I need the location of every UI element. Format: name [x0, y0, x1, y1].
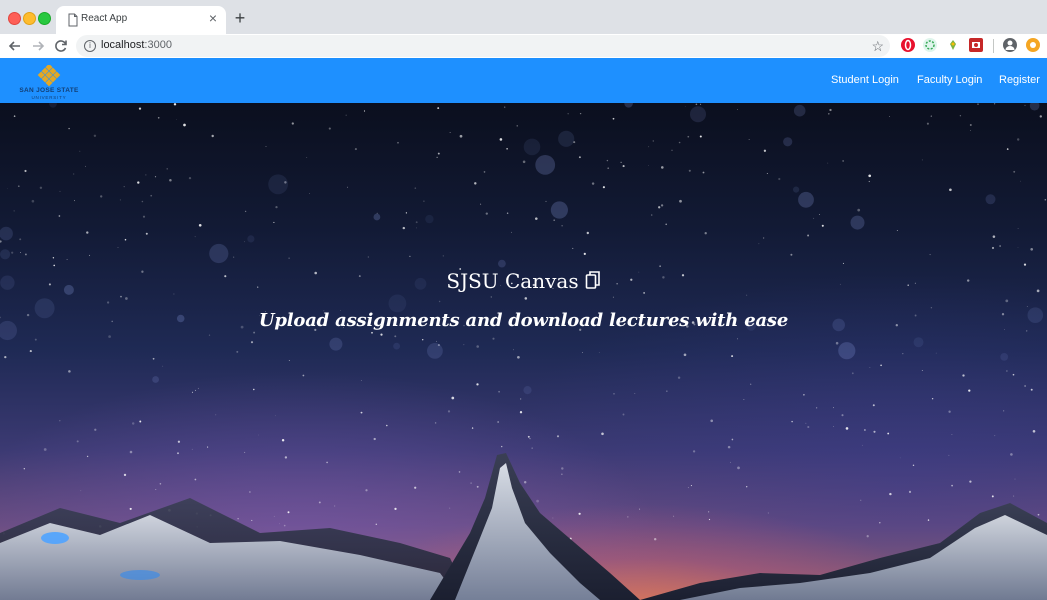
url-port: :3000 — [144, 39, 172, 51]
student-login-link[interactable]: Student Login — [831, 74, 899, 86]
tab-title: React App — [81, 13, 128, 24]
url-host: localhost — [101, 39, 145, 51]
mountain-silhouette — [0, 453, 1047, 600]
close-window-button[interactable] — [8, 12, 21, 25]
address-bar[interactable]: i localhost:3000 ☆ — [76, 35, 890, 57]
sjsu-logo-mark-icon — [37, 63, 61, 87]
url-text: localhost:3000 — [101, 39, 172, 51]
logo-text-line2: UNIVERSITY — [31, 95, 67, 100]
hero-title: SJSU Canvas — [0, 269, 1047, 293]
info-icon[interactable]: i — [84, 40, 96, 52]
new-tab-button[interactable]: + — [232, 9, 248, 27]
back-arrow-icon[interactable] — [6, 37, 24, 55]
register-link[interactable]: Register — [999, 74, 1040, 86]
maximize-window-button[interactable] — [38, 12, 51, 25]
logo-text-line1: SAN JOSE STATE — [19, 87, 79, 94]
browser-titlebar: React App × + — [0, 0, 1047, 34]
faculty-login-link[interactable]: Faculty Login — [917, 74, 982, 86]
copy-icon — [585, 271, 600, 289]
hero-section: SJSU Canvas Upload assignments and downl… — [0, 103, 1047, 600]
hero-title-text: SJSU Canvas — [446, 269, 579, 293]
browser-toolbar: i localhost:3000 ☆ — [0, 34, 1047, 58]
reload-icon[interactable] — [52, 37, 70, 55]
page-icon — [68, 13, 78, 27]
forward-arrow-icon[interactable] — [29, 37, 47, 55]
bookmark-star-icon[interactable]: ☆ — [871, 37, 884, 55]
tab-close-icon[interactable]: × — [206, 11, 220, 25]
screenshot-extension-icon[interactable] — [969, 38, 983, 52]
opera-extension-icon[interactable] — [901, 38, 915, 52]
sjsu-logo[interactable]: SAN JOSE STATE UNIVERSITY — [13, 63, 85, 101]
browser-tab[interactable]: React App × — [56, 6, 226, 34]
pin-extension-icon[interactable] — [946, 38, 960, 52]
leaf-extension-icon[interactable] — [923, 38, 937, 52]
toolbar-divider — [993, 39, 994, 53]
profile-avatar-icon[interactable] — [1003, 38, 1017, 52]
extension-menu-icon[interactable] — [1026, 38, 1040, 52]
app-navbar: SAN JOSE STATE UNIVERSITY Student Login … — [0, 58, 1047, 103]
hero-subtitle: Upload assignments and download lectures… — [258, 310, 789, 331]
minimize-window-button[interactable] — [23, 12, 36, 25]
